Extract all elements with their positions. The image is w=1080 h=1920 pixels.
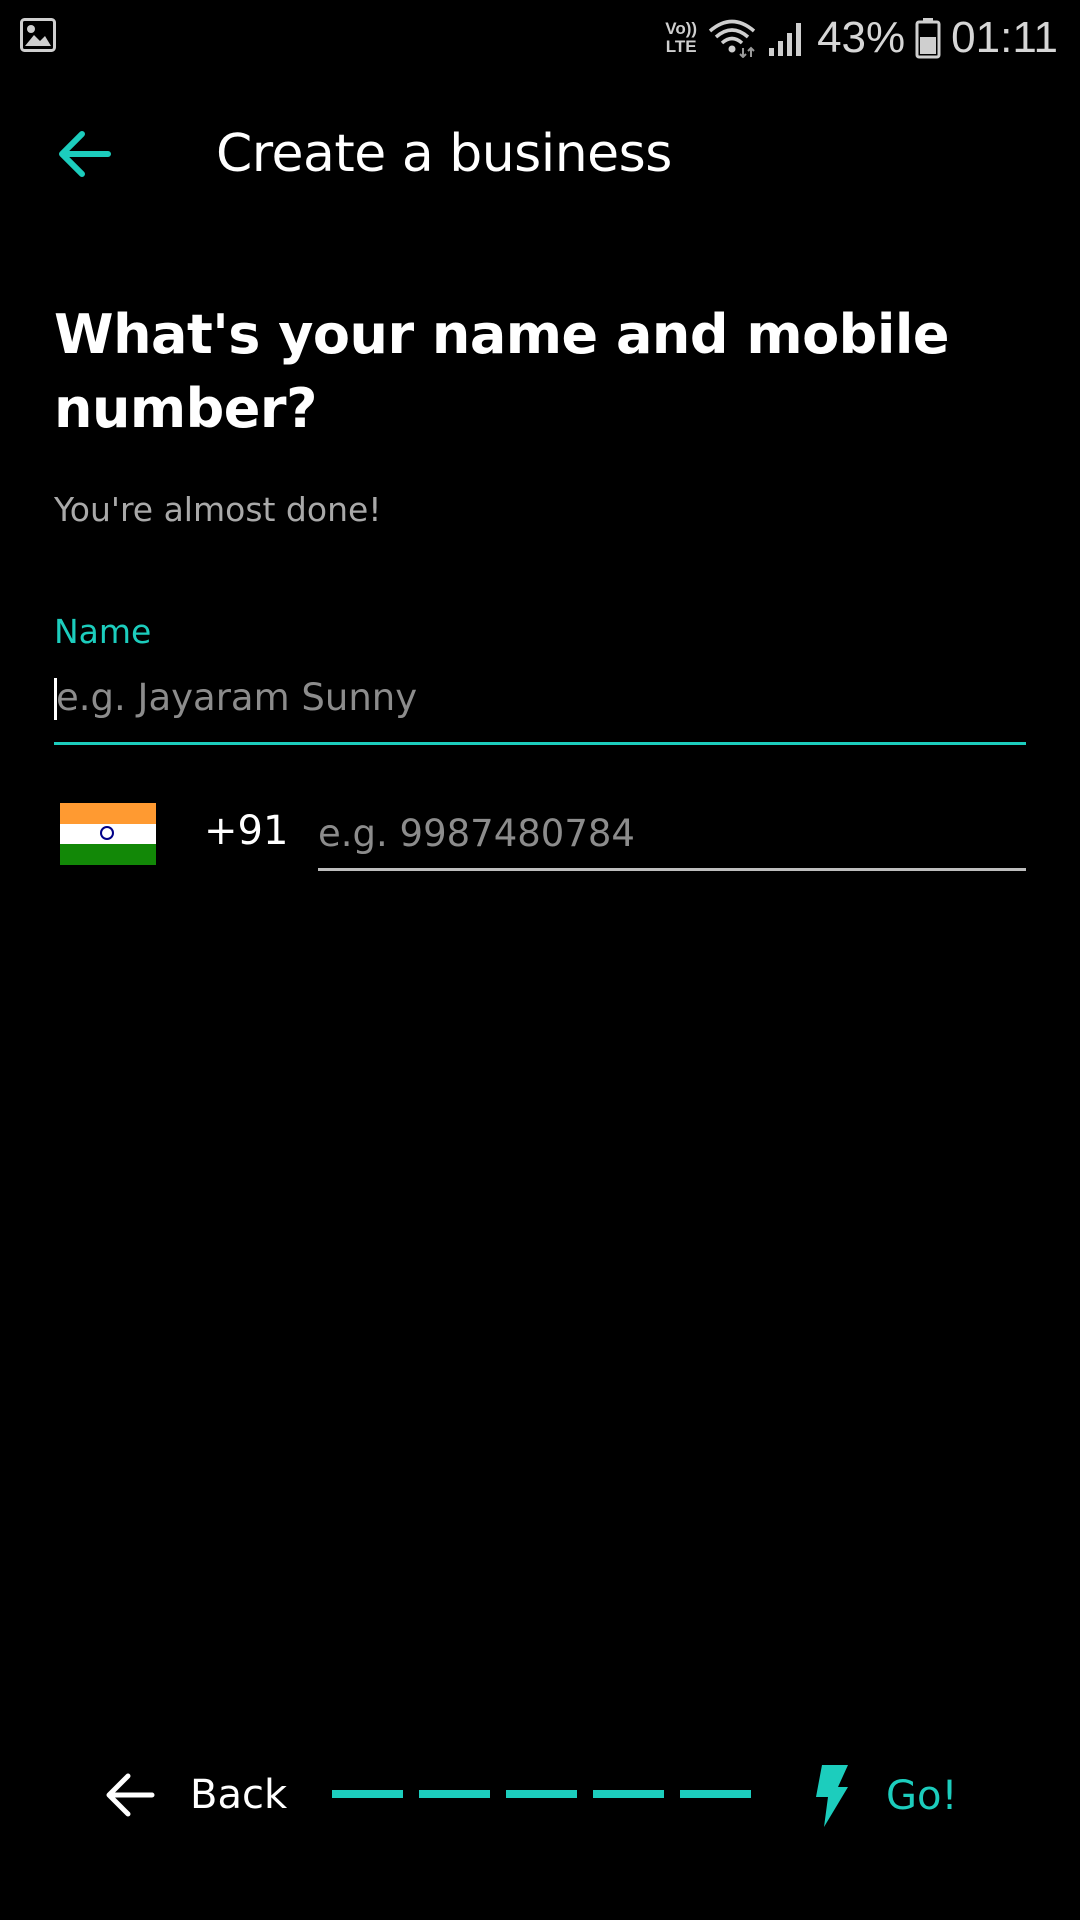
progress-segment [680,1790,751,1798]
status-icons: Vo)) LTE 43% 01:11 [665,10,1058,66]
step-progress-indicator [332,1790,751,1798]
india-flag-icon[interactable] [60,803,156,865]
mobile-number-placeholder: e.g. 9987480784 [318,812,635,855]
gallery-notification-icon [20,18,56,56]
name-placeholder: e.g. Jayaram Sunny [56,676,418,719]
back-button-label: Back [190,1772,288,1818]
progress-segment [419,1790,490,1798]
battery-icon [915,18,941,59]
page-title: Create a business [216,124,672,184]
clock: 01:11 [951,13,1058,62]
status-bar: Vo)) LTE 43% 01:11 [0,0,1080,72]
progress-segment [506,1790,577,1798]
subtitle: You're almost done! [54,490,382,529]
go-button[interactable]: Go! [814,1760,958,1832]
mobile-number-input[interactable]: e.g. 9987480784 [318,800,1026,871]
battery-percent: 43% [817,13,906,62]
signal-icon [769,23,802,56]
name-label: Name [54,612,152,651]
go-button-label: Go! [886,1773,958,1819]
headline: What's your name and mobile number? [54,303,949,440]
progress-segment [332,1790,403,1798]
progress-segment [593,1790,664,1798]
back-button[interactable]: Back [104,1765,287,1825]
back-arrow-icon[interactable] [56,126,112,182]
country-code[interactable]: +91 [204,808,288,854]
lightning-bolt-icon [816,1765,848,1827]
create-business-screen: Vo)) LTE 43% 01:11 Create a business Wha… [0,0,1080,1920]
wifi-icon [708,19,756,58]
name-input[interactable]: e.g. Jayaram Sunny [54,668,1026,745]
arrow-left-icon [106,1773,155,1817]
volte-icon: Vo)) LTE [665,19,698,56]
